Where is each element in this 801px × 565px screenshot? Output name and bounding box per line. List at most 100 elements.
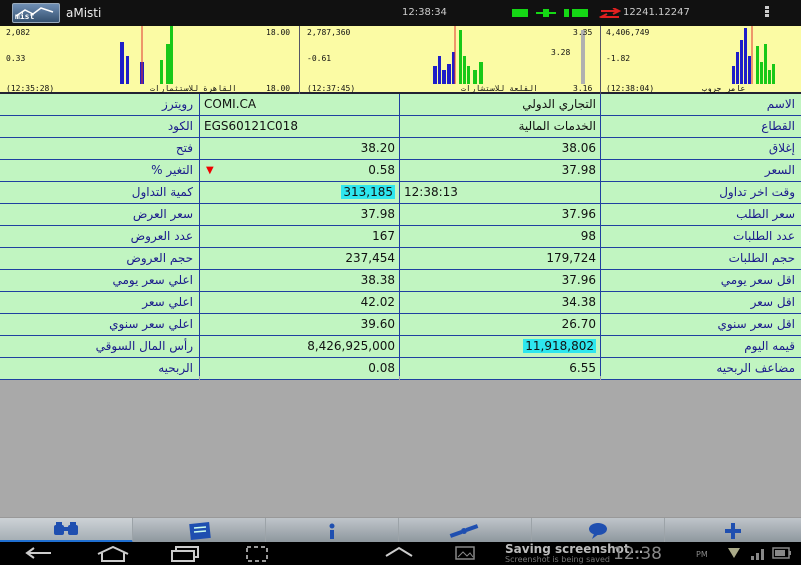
label-eps: الربحيه <box>0 358 199 380</box>
saving-screenshot-subtitle: Screenshot is being saved <box>505 555 610 564</box>
logo-text: mist <box>15 12 35 21</box>
toolbar-watch-button[interactable] <box>0 518 133 543</box>
value-ask-count: 167 <box>200 226 399 248</box>
binoculars-icon <box>54 522 78 535</box>
value-volume-cell: 313,185 <box>200 182 399 204</box>
label-ask-volume: حجم العروض <box>0 248 199 270</box>
label-last-trade-time: وقت اخر تداول <box>601 182 801 204</box>
value-sector: الخدمات المالية <box>400 116 600 138</box>
value-change-pct: 0.58 <box>368 163 395 177</box>
info-icon <box>329 523 335 539</box>
label-ask-count: عدد العروض <box>0 226 199 248</box>
toolbar-news-button[interactable] <box>133 518 266 543</box>
stock-details-table: رويترز COMI.CA التجاري الدولي الاسم الكو… <box>0 94 801 380</box>
label-reuters: رويترز <box>0 94 199 116</box>
value-reuters: COMI.CA <box>200 94 399 116</box>
chat-icon <box>589 522 607 539</box>
value-year-low: 26.70 <box>400 314 600 336</box>
chart3-name: عامر جروب <box>702 84 746 93</box>
label-change-pct: % التغير <box>0 160 199 182</box>
label-bid-price: سعر الطلب <box>601 204 801 226</box>
value-ask-volume: 237,454 <box>200 248 399 270</box>
chart1-name: القاهرة للاستثمارات <box>150 84 237 93</box>
chart1-low: 18.00 <box>266 84 291 93</box>
clock-ampm: PM <box>696 550 708 559</box>
label-bid-count: عدد الطلبات <box>601 226 801 248</box>
value-market-cap: 8,426,925,000 <box>200 336 399 358</box>
value-code: EGS60121C018 <box>200 116 399 138</box>
chart1-change: 0.33 <box>6 54 26 63</box>
chart1-time: (12:35:28) <box>6 84 55 93</box>
value-pe: 6.55 <box>400 358 600 380</box>
signal-icon <box>751 549 764 560</box>
status-time: 12:38:34 <box>402 7 447 18</box>
label-day-high: اعلي سعر يومي <box>0 270 199 292</box>
toolbar-chat-button[interactable] <box>532 518 665 543</box>
value-low: 34.38 <box>400 292 600 314</box>
value-year-high: 39.60 <box>200 314 399 336</box>
usb-debug-icon <box>728 548 740 558</box>
sequence-number: 12241.12247 <box>623 7 690 18</box>
label-today-value: قيمه اليوم <box>601 336 801 358</box>
toolbar-add-button[interactable] <box>665 518 801 543</box>
chart3-volume: 4,406,749 <box>606 28 650 37</box>
chart2-low: 3.16 <box>573 84 593 93</box>
mini-charts-strip: 2,082 18.00 0.33 (12:35:28) القاهرة للاس… <box>0 26 801 94</box>
value-open: 38.20 <box>200 138 399 160</box>
add-icon <box>725 522 741 539</box>
label-year-high: اعلي سعر سنوي <box>0 314 199 336</box>
chart1-high: 18.00 <box>266 28 291 37</box>
battery-icon <box>772 547 791 559</box>
label-day-low: اقل سعر يومي <box>601 270 801 292</box>
clock-time: 12:38 <box>613 544 662 564</box>
label-price: السعر <box>601 160 801 182</box>
value-eps: 0.08 <box>200 358 399 380</box>
chart2-time: (12:37:45) <box>307 84 356 93</box>
system-navigation-bar: Saving screenshot... Screenshot is being… <box>0 542 801 565</box>
label-code: الكود <box>0 116 199 138</box>
image-notification-icon <box>455 546 475 560</box>
value-volume: 313,185 <box>341 185 395 199</box>
value-bid-count: 98 <box>400 226 600 248</box>
app-title: aMisti <box>66 6 102 20</box>
chart3-change: -1.82 <box>606 54 631 63</box>
mini-chart-1[interactable]: 2,082 18.00 0.33 (12:35:28) القاهرة للاس… <box>0 26 300 94</box>
app-logo: mist <box>12 3 60 23</box>
mini-chart-2[interactable]: 2,787,360 3.35 -0.61 3.28 (12:37:45) الق… <box>301 26 601 94</box>
bottom-toolbar <box>0 517 801 543</box>
label-pe: مضاعف الربحيه <box>601 358 801 380</box>
value-today-value-cell: 11,918,802 <box>400 336 600 358</box>
overflow-menu-icon[interactable] <box>764 5 770 21</box>
value-day-low: 37.96 <box>400 270 600 292</box>
value-day-high: 38.38 <box>200 270 399 292</box>
value-bid-price: 37.96 <box>400 204 600 226</box>
mini-chart-3[interactable]: 4,406,749 -1.82 (12:38:04) عامر جروب <box>602 26 801 94</box>
label-low: اقل سعر <box>601 292 801 314</box>
chart1-volume: 2,082 <box>6 28 31 37</box>
label-bid-volume: حجم الطلبات <box>601 248 801 270</box>
label-sector: القطاع <box>601 116 801 138</box>
recent-apps-icon[interactable] <box>170 546 200 562</box>
top-status-bar: mist aMisti 12:38:34 12241.12247 <box>0 0 801 26</box>
label-name: الاسم <box>601 94 801 116</box>
value-today-value: 11,918,802 <box>523 339 596 353</box>
label-ask-price: سعر العرض <box>0 204 199 226</box>
chart2-name: القلعة للاستشارات <box>461 84 539 93</box>
transfer-arrows-icon <box>599 8 621 18</box>
chart2-mid: 3.28 <box>551 48 571 57</box>
toolbar-info-button[interactable] <box>266 518 399 543</box>
chart2-high: 3.35 <box>573 28 593 37</box>
value-ask-price: 37.98 <box>200 204 399 226</box>
label-close: إغلاق <box>601 138 801 160</box>
value-close: 38.06 <box>400 138 600 160</box>
chart2-volume: 2,787,360 <box>307 28 351 37</box>
label-open: فتح <box>0 138 199 160</box>
expand-up-icon[interactable] <box>384 546 414 558</box>
back-icon[interactable] <box>24 546 54 560</box>
home-icon[interactable] <box>96 546 130 562</box>
screenshot-icon[interactable] <box>246 546 268 562</box>
toolbar-satellite-button[interactable] <box>399 518 532 543</box>
satellite-icon <box>449 523 479 538</box>
down-arrow-icon: ▼ <box>206 165 214 176</box>
value-high: 42.02 <box>200 292 399 314</box>
